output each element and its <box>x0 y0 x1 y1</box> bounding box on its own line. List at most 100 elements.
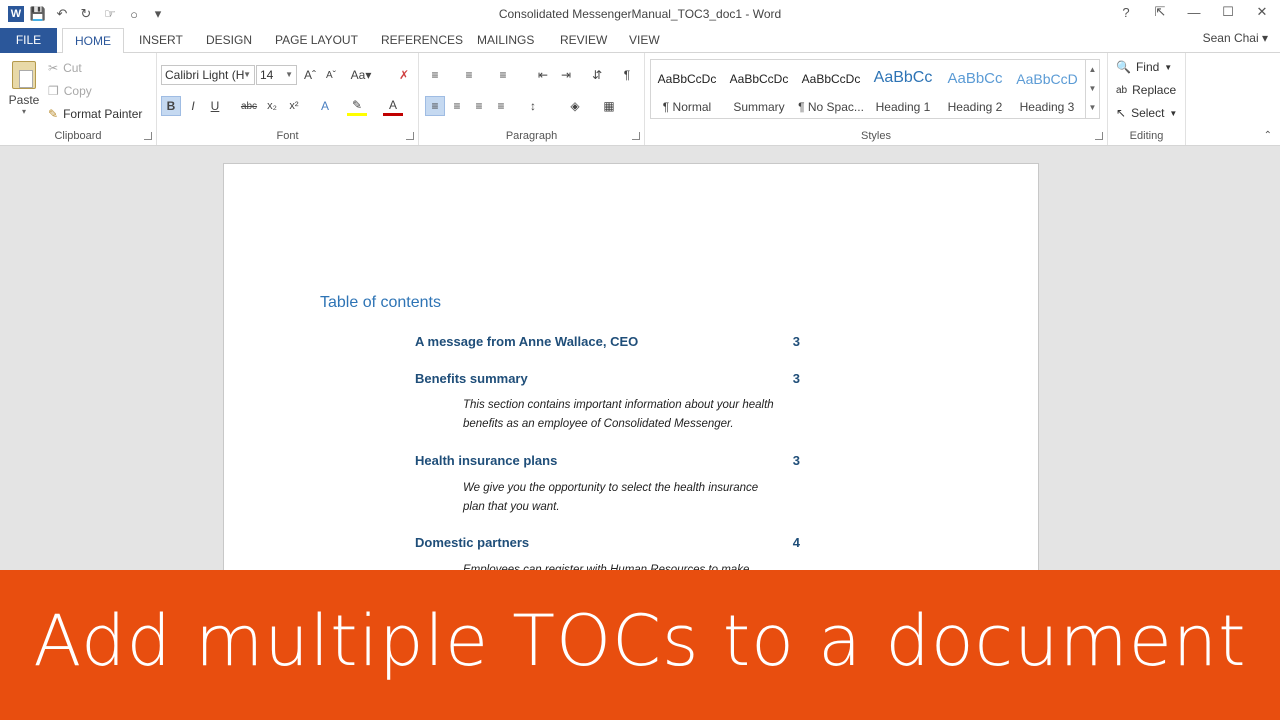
scroll-down-icon[interactable]: ▼ <box>1086 79 1099 98</box>
italic-icon[interactable]: I <box>183 96 203 116</box>
shading-icon[interactable]: ◈ <box>565 96 585 116</box>
highlight-icon[interactable]: ✎ <box>347 96 367 116</box>
maximize-icon[interactable]: ☐ <box>1218 4 1238 20</box>
text-effects-icon[interactable]: A <box>315 96 335 116</box>
multilevel-list-icon[interactable]: ≡ <box>493 65 513 85</box>
copy-button[interactable]: ❐ Copy <box>48 82 92 100</box>
chevron-down-icon: ▼ <box>285 70 293 79</box>
select-button[interactable]: ↖ Select ▼ <box>1116 103 1177 123</box>
justify-icon[interactable]: ≡ <box>491 96 511 116</box>
style-name: Summary <box>733 100 785 114</box>
paste-button[interactable]: Paste ▾ <box>6 59 42 123</box>
tab-view[interactable]: VIEW <box>617 28 672 53</box>
numbering-icon[interactable]: ≡ <box>459 65 479 85</box>
paste-dropdown-icon: ▾ <box>21 107 26 116</box>
style-sample: AaBbCcDc <box>657 72 717 86</box>
style-no-spacing[interactable]: AaBbCcDc ¶ No Spac... <box>795 60 867 118</box>
chevron-down-icon: ▼ <box>1164 62 1173 72</box>
select-label: Select <box>1131 106 1165 120</box>
clipboard-icon <box>12 61 36 89</box>
grow-font-icon[interactable]: Aˆ <box>300 65 320 85</box>
tab-references[interactable]: REFERENCES <box>369 28 475 53</box>
ribbon: Paste ▾ ✂ Cut ❐ Copy ✎ Format Painter Clipb… <box>0 53 1280 146</box>
ribbon-display-icon[interactable]: ⇱ <box>1150 4 1170 20</box>
tab-page-layout[interactable]: PAGE LAYOUT <box>263 28 370 53</box>
bold-icon[interactable]: B <box>161 96 181 116</box>
clear-formatting-icon[interactable]: ✗ <box>394 65 414 85</box>
style-sample: AaBbCc <box>947 70 1003 87</box>
cut-label: Cut <box>63 61 82 75</box>
font-label: Font <box>276 130 299 142</box>
copy-label: Copy <box>63 84 92 98</box>
toc-entry[interactable]: Benefits summary 3 <box>415 371 800 386</box>
style-name: Heading 2 <box>947 100 1003 114</box>
font-color-icon[interactable]: A <box>383 96 403 116</box>
change-case-icon[interactable]: Aa▾ <box>351 65 372 85</box>
align-right-icon[interactable]: ≡ <box>469 96 489 116</box>
underline-icon[interactable]: U <box>205 96 225 116</box>
strikethrough-icon[interactable]: abc <box>239 96 259 116</box>
tab-mailings[interactable]: MAILINGS <box>465 28 546 53</box>
cut-button[interactable]: ✂ Cut <box>48 59 82 77</box>
align-left-icon[interactable]: ≡ <box>425 96 445 116</box>
toc-entry-page: 3 <box>792 334 800 349</box>
borders-icon[interactable]: ▦ <box>599 96 619 116</box>
style-sample: AaBbCc <box>873 69 933 86</box>
close-icon[interactable]: ✕ <box>1252 4 1272 20</box>
show-formatting-icon[interactable]: ¶ <box>617 65 637 85</box>
shrink-font-icon[interactable]: Aˇ <box>321 65 341 85</box>
style-heading-2[interactable]: AaBbCc Heading 2 <box>939 60 1011 118</box>
font-launcher-icon[interactable] <box>406 132 414 140</box>
minimize-icon[interactable]: — <box>1184 5 1204 20</box>
find-button[interactable]: 🔍 Find ▼ <box>1116 57 1172 77</box>
style-name: Heading 3 <box>1019 100 1075 114</box>
style-normal[interactable]: AaBbCcDc ¶ Normal <box>651 60 723 118</box>
paintbrush-icon: ✎ <box>48 107 59 121</box>
decrease-indent-icon[interactable]: ⇤ <box>533 65 553 85</box>
paragraph-launcher-icon[interactable] <box>632 132 640 140</box>
copy-icon: ❐ <box>48 84 59 98</box>
font-group: Calibri Light (H ▼ 14 ▼ Aˆ Aˇ Aa▾ ✗ B I U … <box>157 53 419 145</box>
toc-entry-title: Domestic partners <box>415 535 530 550</box>
clipboard-launcher-icon[interactable] <box>144 132 152 140</box>
toc-entry-title: A message from Anne Wallace, CEO <box>415 334 639 349</box>
toc-entry[interactable]: Health insurance plans 3 <box>415 453 800 468</box>
style-sample: AaBbCcDc <box>801 72 861 86</box>
align-center-icon[interactable]: ≡ <box>447 96 467 116</box>
document-page[interactable]: Table of contents A message from Anne Wa… <box>223 163 1039 583</box>
toc-description-line: plan that you want. <box>463 501 560 513</box>
subscript-icon[interactable]: x₂ <box>262 96 282 116</box>
style-heading-1[interactable]: AaBbCc Heading 1 <box>867 60 939 118</box>
format-painter-button[interactable]: ✎ Format Painter <box>48 105 142 123</box>
user-account[interactable]: Sean Chai ▾ <box>1203 31 1268 45</box>
format-painter-label: Format Painter <box>63 107 143 121</box>
more-styles-icon[interactable]: ▼ <box>1086 98 1099 117</box>
tab-review[interactable]: REVIEW <box>548 28 619 53</box>
toc-entry-page: 3 <box>792 453 800 468</box>
sort-icon[interactable]: ⇵ <box>587 65 607 85</box>
tab-design[interactable]: DESIGN <box>194 28 264 53</box>
font-size-value: 14 <box>260 68 274 82</box>
ribbon-tabs: FILE HOME INSERT DESIGN PAGE LAYOUT REFE… <box>0 28 1280 54</box>
line-spacing-icon[interactable]: ↕ <box>523 96 543 116</box>
increase-indent-icon[interactable]: ⇥ <box>556 65 576 85</box>
toc-entry[interactable]: Domestic partners 4 <box>415 535 800 550</box>
styles-launcher-icon[interactable] <box>1095 132 1103 140</box>
font-name-combo[interactable]: Calibri Light (H ▼ <box>161 65 255 85</box>
toc-entry[interactable]: A message from Anne Wallace, CEO 3 <box>415 334 800 349</box>
styles-gallery: AaBbCcDc ¶ Normal AaBbCcDc Summary AaBbC… <box>650 59 1100 119</box>
collapse-ribbon-icon[interactable]: ⌃ <box>1264 130 1272 141</box>
style-heading-3[interactable]: AaBbCcD Heading 3 <box>1011 60 1083 118</box>
superscript-icon[interactable]: x² <box>284 96 304 116</box>
font-size-combo[interactable]: 14 ▼ <box>256 65 297 85</box>
scroll-up-icon[interactable]: ▲ <box>1086 60 1099 79</box>
style-summary[interactable]: AaBbCcDc Summary <box>723 60 795 118</box>
tab-file[interactable]: FILE <box>0 28 57 53</box>
chevron-down-icon: ▼ <box>243 70 251 79</box>
help-icon[interactable]: ? <box>1116 5 1136 20</box>
tab-insert[interactable]: INSERT <box>127 28 195 53</box>
bullets-icon[interactable]: ≡ <box>425 65 445 85</box>
tab-home[interactable]: HOME <box>62 28 124 54</box>
replace-button[interactable]: ab Replace <box>1116 80 1176 100</box>
style-sample: AaBbCcDc <box>729 72 789 86</box>
